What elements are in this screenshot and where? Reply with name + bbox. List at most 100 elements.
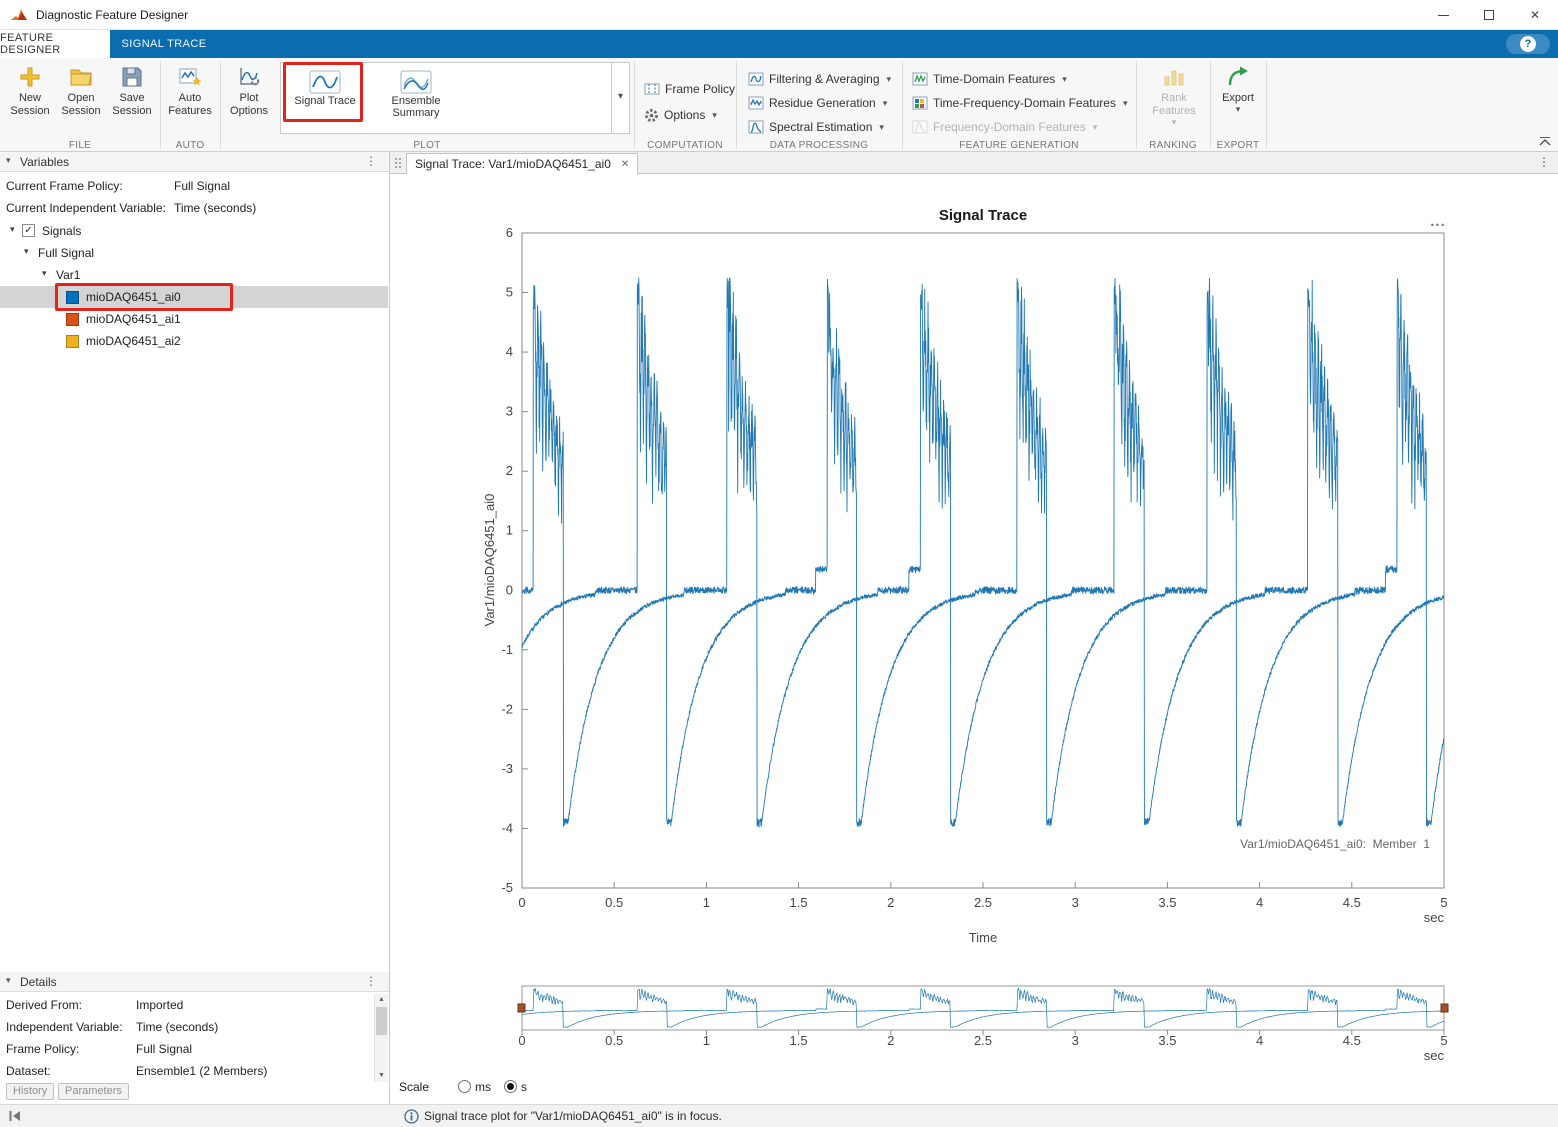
section-label-file: FILE [0,140,160,151]
tab-feature-designer[interactable]: FEATURE DESIGNER [0,30,110,58]
tab-signal-trace[interactable]: SIGNAL TRACE [110,30,218,58]
scroll-up-icon[interactable]: ▲ [375,994,388,1006]
chevron-down-icon: ▾ [1212,105,1264,114]
gear-icon [644,108,659,123]
details-value: Time (seconds) [136,1020,218,1034]
chevron-down-icon: ▾ [883,98,888,109]
svg-text:5: 5 [506,285,513,300]
time-frequency-domain-features-button[interactable]: Time-Frequency-Domain Features ▾ [908,92,1131,114]
scale-bar: Scale ms s [390,1077,650,1097]
collapse-ribbon-button[interactable] [1538,136,1552,147]
details-row: Dataset: Ensemble1 (2 Members) [0,1060,389,1082]
signals-checkbox[interactable]: ✓ [22,224,35,237]
plot-options-label: Plot Options [225,92,273,118]
svg-text:4: 4 [1256,895,1263,910]
time-domain-features-label: Time-Domain Features [933,72,1055,86]
scale-s-radio[interactable] [504,1080,517,1093]
new-session-icon [6,65,54,92]
expander-icon[interactable]: ▾ [24,246,29,257]
scale-ms-radio[interactable] [458,1080,471,1093]
tree-item-miodaq6451-ai1[interactable]: mioDAQ6451_ai1 [0,308,388,330]
ensemble-summary-icon [400,70,432,94]
filtering-averaging-button[interactable]: Filtering & Averaging ▾ [744,68,895,90]
expander-icon[interactable]: ▾ [10,224,15,235]
section-label-auto: AUTO [160,140,220,151]
details-menu-icon[interactable]: ⋮ [365,974,377,988]
collapse-details-icon[interactable]: ▾ [6,975,11,986]
scroll-thumb[interactable] [376,1007,387,1035]
tab-bar-menu-icon[interactable]: ⋮ [1538,155,1550,169]
time-frequency-icon [912,95,928,111]
panner-strip[interactable] [522,986,1444,1030]
details-label: Derived From: [6,998,82,1012]
ribbon-divider [902,61,903,149]
svg-text:0: 0 [518,895,525,910]
export-button[interactable]: Export ▾ [1212,63,1264,137]
parameters-button[interactable]: Parameters [58,1083,129,1100]
panner-handle-right[interactable] [1441,1004,1448,1012]
status-corner-icon[interactable] [8,1110,22,1122]
panner-unit-label: sec [1424,1048,1445,1063]
residue-generation-button[interactable]: Residue Generation ▾ [744,92,891,114]
svg-text:2: 2 [506,463,513,478]
signal-trace-chart[interactable]: 000.50.5111.51.5222.52.5333.53.5444.54.5… [390,174,1558,1104]
plot-gallery-expand-button[interactable]: ▾ [611,63,629,133]
window-title: Diagnostic Feature Designer [36,8,188,22]
minimize-button[interactable] [1420,0,1466,30]
section-label-ranking: RANKING [1136,140,1210,151]
options-button[interactable]: Options ▾ [640,104,721,126]
ribbon-toolstrip: New Session Open Session Save Session Au… [0,58,1558,152]
signal-trace-document-tab[interactable]: Signal Trace: Var1/mioDAQ6451_ai0 ✕ [406,153,638,174]
variables-panel-header[interactable]: ▾ Variables ⋮ [0,152,389,172]
details-label: Frame Policy: [6,1042,79,1056]
variables-menu-icon[interactable]: ⋮ [365,154,377,168]
tree-item-var1[interactable]: ▾ Var1 [0,264,388,286]
spectral-estimation-label: Spectral Estimation [769,120,872,134]
chart-options-ellipsis-icon[interactable]: ... [1430,213,1446,230]
tab-close-icon[interactable]: ✕ [621,159,629,170]
panner-handle-left[interactable] [518,1004,525,1012]
tree-item-signals[interactable]: ▾ ✓ Signals [0,220,388,242]
independent-variable-info-row: Current Independent Variable: Time (seco… [0,197,389,219]
variables-panel-title: Variables [20,155,69,169]
signal-color-swatch [66,291,79,304]
frame-policy-icon [644,81,660,97]
scroll-down-icon[interactable]: ▼ [375,1070,388,1082]
info-icon [404,1109,419,1124]
signal-trace-button[interactable]: Signal Trace [289,66,361,130]
chevron-down-icon: ▾ [887,74,892,85]
tree-item-miodaq6451-ai0[interactable]: mioDAQ6451_ai0 [0,286,388,308]
save-session-button[interactable]: Save Session [108,63,156,137]
ensemble-summary-button[interactable]: Ensemble Summary [373,66,459,130]
plot-options-button[interactable]: Plot Options [225,63,273,137]
tree-item-miodaq6451-ai2[interactable]: mioDAQ6451_ai2 [0,330,388,352]
chevron-down-icon: ▾ [879,122,884,133]
new-session-button[interactable]: New Session [6,63,54,137]
svg-text:-2: -2 [501,701,513,716]
plot-box [522,233,1444,888]
filtering-icon [748,71,764,87]
details-label: Dataset: [6,1064,51,1078]
ribbon-divider [736,61,737,149]
collapse-variables-icon[interactable]: ▾ [6,155,11,166]
time-domain-features-button[interactable]: Time-Domain Features ▾ [908,68,1071,90]
svg-text:3.5: 3.5 [1158,1033,1176,1048]
x-unit-label: sec [1424,910,1445,925]
open-session-button[interactable]: Open Session [57,63,105,137]
auto-features-button[interactable]: Auto Features [166,63,214,137]
info-value: Full Signal [174,179,230,193]
maximize-button[interactable] [1466,0,1512,30]
details-scrollbar[interactable]: ▲ ▼ [374,994,388,1082]
filtering-averaging-label: Filtering & Averaging [769,72,880,86]
help-button[interactable]: ? [1506,34,1550,54]
details-panel-header[interactable]: ▾ Details ⋮ [0,972,389,992]
frame-policy-button[interactable]: Frame Policy [640,78,739,100]
spectral-estimation-button[interactable]: Spectral Estimation ▾ [744,116,888,138]
signal-trace-icon [309,70,341,94]
expander-icon[interactable]: ▾ [42,268,47,279]
section-label-computation: COMPUTATION [634,140,736,151]
history-button[interactable]: History [6,1083,54,1100]
tree-item-full-signal[interactable]: ▾ Full Signal [0,242,388,264]
check-icon: ✓ [23,225,34,236]
close-button[interactable]: ✕ [1512,0,1558,30]
